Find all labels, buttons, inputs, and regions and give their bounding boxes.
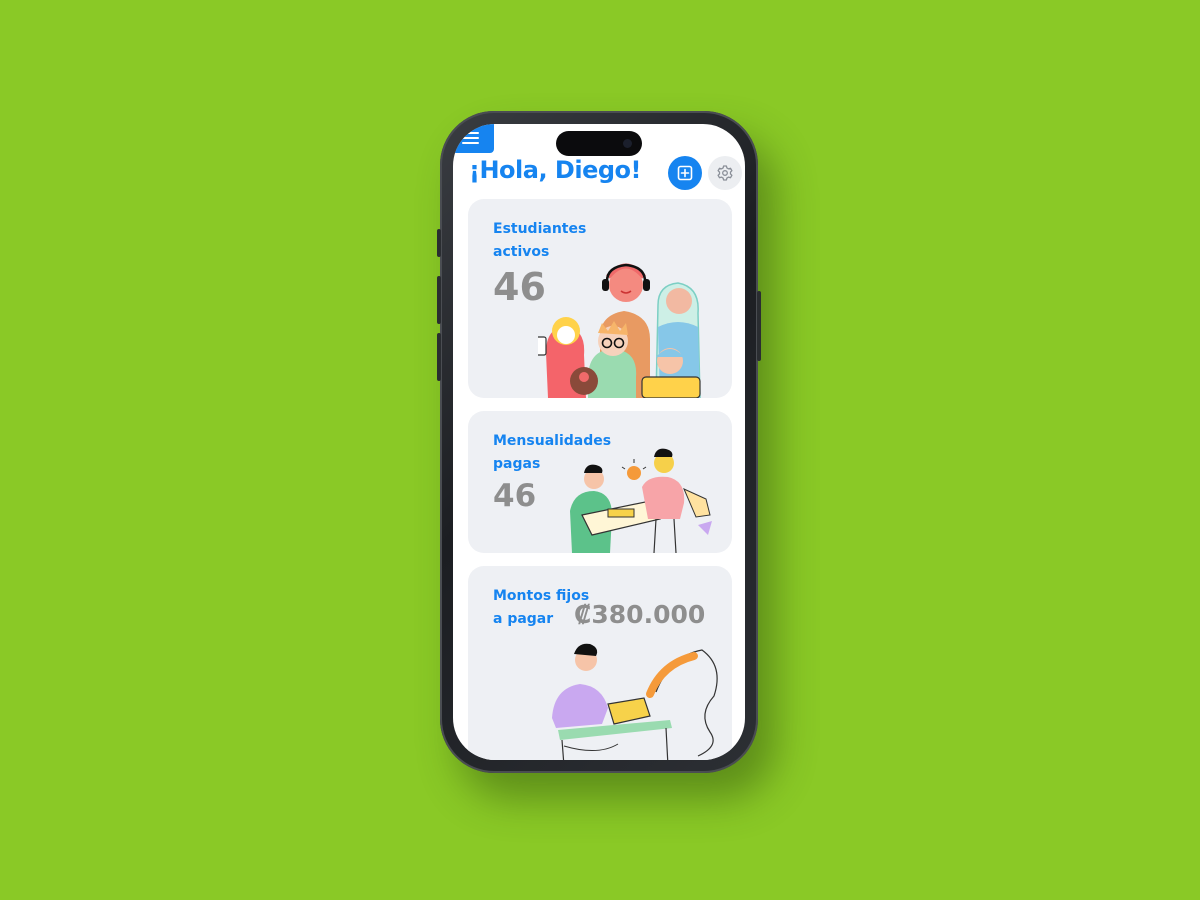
page-title: ¡Hola, Diego! bbox=[469, 156, 641, 184]
card-paid-tuitions[interactable]: Mensualidades pagas 46 bbox=[468, 411, 732, 553]
plus-square-icon bbox=[677, 165, 693, 181]
card-active-students[interactable]: Estudiantes activos 46 bbox=[468, 199, 732, 398]
app-screen: ¡Hola, Diego! Estudiantes activos 46 Men… bbox=[453, 124, 745, 760]
dynamic-island bbox=[556, 131, 642, 156]
register-illustration bbox=[552, 643, 718, 760]
mockup-stage: ¡Hola, Diego! Estudiantes activos 46 Men… bbox=[0, 0, 1200, 900]
phone-volume-up-button bbox=[437, 276, 441, 324]
menu-button[interactable] bbox=[453, 124, 494, 153]
settings-button[interactable] bbox=[708, 156, 742, 190]
payment-illustration bbox=[570, 448, 712, 553]
gear-icon bbox=[717, 165, 733, 181]
phone-action-button bbox=[437, 229, 441, 257]
card-value: ₡380.000 bbox=[574, 600, 706, 629]
card-fixed-amounts[interactable]: Montos fijos a pagar ₡380.000 bbox=[468, 566, 732, 760]
card-value: 46 bbox=[493, 478, 537, 514]
phone-volume-down-button bbox=[437, 333, 441, 381]
phone-power-button bbox=[757, 291, 761, 361]
phone-frame: ¡Hola, Diego! Estudiantes activos 46 Men… bbox=[437, 111, 761, 773]
add-button[interactable] bbox=[668, 156, 702, 190]
students-group-illustration bbox=[538, 263, 701, 398]
